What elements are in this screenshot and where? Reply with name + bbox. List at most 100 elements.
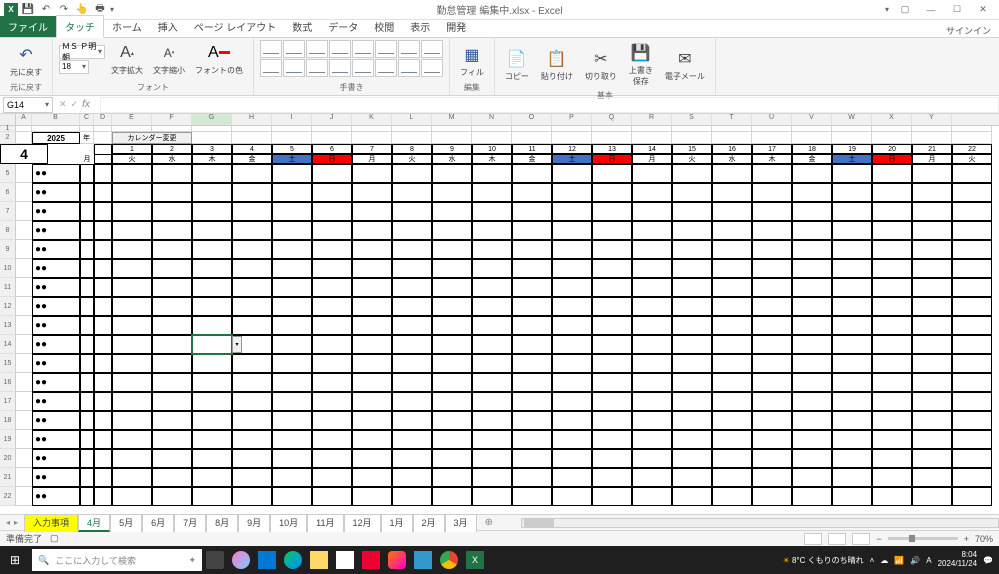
data-cell-18-2[interactable] xyxy=(192,411,232,430)
data-cell-12-3[interactable] xyxy=(232,297,272,316)
data-cell-20-14[interactable] xyxy=(672,449,712,468)
row-label-19[interactable]: ●● xyxy=(32,430,80,449)
data-cell-16-18[interactable] xyxy=(832,373,872,392)
data-cell-20-13[interactable] xyxy=(632,449,672,468)
data-cell-14-6[interactable] xyxy=(352,335,392,354)
data-cell-8-11[interactable] xyxy=(552,221,592,240)
data-cell-11-1[interactable] xyxy=(152,278,192,297)
data-cell-17-4[interactable] xyxy=(272,392,312,411)
date-cell-15[interactable]: 15 xyxy=(672,144,712,154)
data-cell-16-4[interactable] xyxy=(272,373,312,392)
col-header-X[interactable]: X xyxy=(872,114,912,125)
data-cell-8-0[interactable] xyxy=(112,221,152,240)
date-cell-19[interactable]: 19 xyxy=(832,144,872,154)
data-cell-10-11[interactable] xyxy=(552,259,592,278)
minimize-button[interactable]: — xyxy=(921,2,941,18)
data-cell-7-2[interactable] xyxy=(192,202,232,221)
ink-style-13[interactable] xyxy=(352,59,374,77)
ribbon-display-options[interactable]: ▢ xyxy=(895,2,915,18)
month-cell[interactable]: 4 xyxy=(0,144,48,164)
data-cell-11-6[interactable] xyxy=(352,278,392,297)
data-cell-9-10[interactable] xyxy=(512,240,552,259)
data-cell-12-12[interactable] xyxy=(592,297,632,316)
row-header-7[interactable]: 7 xyxy=(0,202,16,221)
data-cell-22-6[interactable] xyxy=(352,487,392,506)
data-cell-13-1[interactable] xyxy=(152,316,192,335)
data-cell-6-20[interactable] xyxy=(912,183,952,202)
data-cell-9-7[interactable] xyxy=(392,240,432,259)
row-header-5[interactable]: 5 xyxy=(0,164,16,183)
data-cell-17-16[interactable] xyxy=(752,392,792,411)
day-cell-0[interactable]: 火 xyxy=(112,154,152,164)
data-cell-21-14[interactable] xyxy=(672,468,712,487)
tray-ime-icon[interactable]: A xyxy=(926,556,931,565)
row-label-21[interactable]: ●● xyxy=(32,468,80,487)
taskbar-app-4[interactable] xyxy=(384,546,410,574)
data-cell-9-8[interactable] xyxy=(432,240,472,259)
date-cell-3[interactable]: 3 xyxy=(192,144,232,154)
data-cell-18-8[interactable] xyxy=(432,411,472,430)
data-cell-15-6[interactable] xyxy=(352,354,392,373)
col-header-G[interactable]: G xyxy=(192,114,232,125)
data-cell-9-21[interactable] xyxy=(952,240,992,259)
data-cell-10-9[interactable] xyxy=(472,259,512,278)
row-label-5[interactable]: ●● xyxy=(32,164,80,183)
data-cell-8-8[interactable] xyxy=(432,221,472,240)
email-button[interactable]: ✉電子メール xyxy=(661,46,709,84)
data-cell-6-4[interactable] xyxy=(272,183,312,202)
data-cell-12-18[interactable] xyxy=(832,297,872,316)
col-header-O[interactable]: O xyxy=(512,114,552,125)
data-cell-20-11[interactable] xyxy=(552,449,592,468)
data-cell-12-21[interactable] xyxy=(952,297,992,316)
taskbar-search[interactable]: 🔍 ここに入力して検索 ✦ xyxy=(32,549,202,571)
data-cell-22-3[interactable] xyxy=(232,487,272,506)
data-cell-6-1[interactable] xyxy=(152,183,192,202)
data-cell-19-0[interactable] xyxy=(112,430,152,449)
day-cell-4[interactable]: 土 xyxy=(272,154,312,164)
col-header-L[interactable]: L xyxy=(392,114,432,125)
row-label-8[interactable]: ●● xyxy=(32,221,80,240)
tab-data[interactable]: データ xyxy=(320,16,366,37)
data-cell-21-21[interactable] xyxy=(952,468,992,487)
data-cell-5-7[interactable] xyxy=(392,164,432,183)
data-cell-10-20[interactable] xyxy=(912,259,952,278)
data-cell-19-12[interactable] xyxy=(592,430,632,449)
data-cell-14-5[interactable] xyxy=(312,335,352,354)
undo-button[interactable]: ↶ 元に戻す xyxy=(6,42,46,80)
data-cell-17-17[interactable] xyxy=(792,392,832,411)
data-cell-11-18[interactable] xyxy=(832,278,872,297)
data-cell-16-15[interactable] xyxy=(712,373,752,392)
data-cell-8-4[interactable] xyxy=(272,221,312,240)
data-cell-10-6[interactable] xyxy=(352,259,392,278)
row-label-12[interactable]: ●● xyxy=(32,297,80,316)
worksheet-grid[interactable]: ABCDEFGHIJKLMNOPQRSTUVWXY 122025年カレンダー変更… xyxy=(0,114,999,514)
cancel-formula-icon[interactable]: ✕ xyxy=(59,99,67,110)
data-cell-22-12[interactable] xyxy=(592,487,632,506)
enter-formula-icon[interactable]: ✓ xyxy=(71,99,79,110)
data-cell-5-11[interactable] xyxy=(552,164,592,183)
tray-volume-icon[interactable]: 🔊 xyxy=(910,556,920,565)
data-cell-15-20[interactable] xyxy=(912,354,952,373)
ink-style-8[interactable] xyxy=(421,40,443,58)
font-grow-button[interactable]: A▴文字拡大 xyxy=(107,40,147,78)
data-cell-11-16[interactable] xyxy=(752,278,792,297)
data-cell-16-16[interactable] xyxy=(752,373,792,392)
date-cell-9[interactable]: 9 xyxy=(432,144,472,154)
data-cell-5-12[interactable] xyxy=(592,164,632,183)
row-header-14[interactable]: 14 xyxy=(0,335,16,354)
data-cell-5-10[interactable] xyxy=(512,164,552,183)
data-cell-5-17[interactable] xyxy=(792,164,832,183)
sheet-nav-last[interactable]: ▸ xyxy=(14,518,18,527)
font-shrink-button[interactable]: A▾文字縮小 xyxy=(149,40,189,78)
data-cell-10-21[interactable] xyxy=(952,259,992,278)
data-cell-16-19[interactable] xyxy=(872,373,912,392)
data-cell-21-12[interactable] xyxy=(592,468,632,487)
formula-input[interactable] xyxy=(100,97,999,113)
data-cell-19-21[interactable] xyxy=(952,430,992,449)
taskbar-excel[interactable]: X xyxy=(462,546,488,574)
row-label-18[interactable]: ●● xyxy=(32,411,80,430)
data-cell-5-5[interactable] xyxy=(312,164,352,183)
tab-formulas[interactable]: 数式 xyxy=(284,16,320,37)
data-cell-22-21[interactable] xyxy=(952,487,992,506)
data-cell-22-14[interactable] xyxy=(672,487,712,506)
